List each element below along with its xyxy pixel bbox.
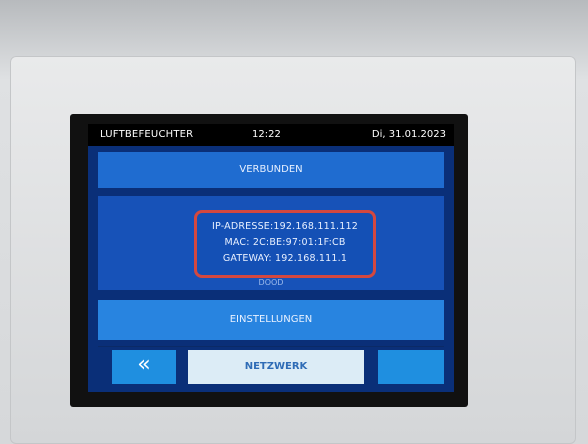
gateway-label: GATEWAY: (222, 253, 272, 264)
clock-time: 12:22 (252, 129, 281, 140)
nav-divider (98, 346, 444, 347)
clock-date: Di, 31.01.2023 (371, 129, 446, 140)
gateway-row: GATEWAY: 192.168.111.1 (197, 253, 373, 264)
network-info-highlight: IP-ADRESSE:192.168.111.112 MAC: 2C:BE:97… (194, 210, 376, 278)
network-info-panel: IP-ADRESSE:192.168.111.112 MAC: 2C:BE:97… (98, 196, 444, 290)
back-button[interactable]: « (112, 350, 176, 384)
settings-button[interactable]: EINSTELLUNGEN (98, 300, 444, 340)
touch-screen: LUFTBEFEUCHTER 12:22 Di, 31.01.2023 VERB… (88, 124, 454, 392)
right-nav-button[interactable] (378, 350, 444, 384)
gateway-value: 192.168.111.1 (275, 253, 348, 264)
double-chevron-left-icon: « (137, 352, 151, 377)
status-bar: LUFTBEFEUCHTER 12:22 Di, 31.01.2023 (88, 124, 454, 146)
network-tab-button[interactable]: NETZWERK (188, 350, 364, 384)
ip-address-row: IP-ADRESSE:192.168.111.112 (197, 221, 373, 232)
mac-address-label: MAC: (224, 237, 250, 248)
mac-address-value: 2C:BE:97:01:1F:CB (252, 237, 346, 248)
ip-address-label: IP-ADRESSE: (211, 221, 274, 232)
ip-address-value: 192.168.111.112 (273, 221, 359, 232)
device-name: LUFTBEFEUCHTER (100, 129, 194, 140)
obscured-label: DOOD (258, 278, 284, 287)
mac-address-row: MAC: 2C:BE:97:01:1F:CB (197, 237, 373, 248)
connection-status-banner: VERBUNDEN (98, 152, 444, 188)
